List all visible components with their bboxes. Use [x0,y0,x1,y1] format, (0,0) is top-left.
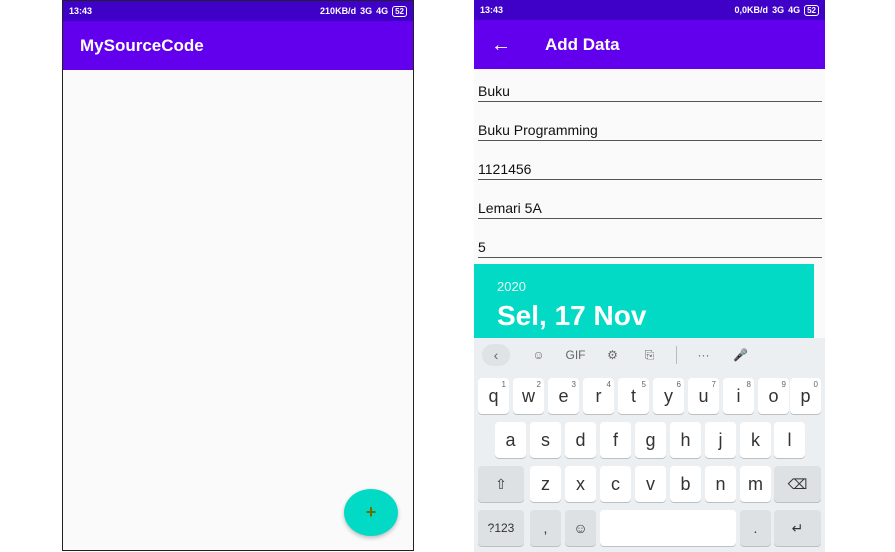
back-arrow-icon[interactable]: ← [491,35,515,55]
more-icon[interactable]: ··· [685,348,722,362]
key-n[interactable]: n [705,466,736,502]
key-v[interactable]: v [635,466,666,502]
key-number-hint: 9 [781,380,786,389]
key-b[interactable]: b [670,466,701,502]
key-o[interactable]: o9 [758,378,789,414]
key-y[interactable]: y6 [653,378,684,414]
space-key[interactable] [600,510,736,546]
page-title: MySourceCode [80,35,204,55]
status-bar: 13:43 0,0KB/d 3G 4G 52 [474,0,825,20]
key-label: p [800,385,811,406]
mic-icon[interactable]: 🎤 [722,348,759,362]
key-number-hint: 3 [571,380,576,389]
add-data-screen: 13:43 0,0KB/d 3G 4G 52 ← Add Data Buku B… [474,0,825,552]
comma-key[interactable]: , [530,510,561,546]
key-j[interactable]: j [705,422,736,458]
key-number-hint: 6 [676,380,681,389]
key-c[interactable]: c [600,466,631,502]
battery-icon: 52 [804,4,819,16]
key-s[interactable]: s [530,422,561,458]
key-d[interactable]: d [565,422,596,458]
shift-key[interactable]: ⇧ [478,466,524,502]
key-label: u [698,385,709,406]
key-m[interactable]: m [740,466,771,502]
settings-icon[interactable]: ⚙ [594,348,631,362]
status-speed: 0,0KB/d [734,5,769,15]
key-i[interactable]: i8 [723,378,754,414]
status-network-4g: 4G [376,6,389,16]
emoji-key[interactable]: ☺ [565,510,596,546]
key-number-hint: 7 [711,380,716,389]
key-label: o [768,385,779,406]
key-z[interactable]: z [530,466,561,502]
collapse-icon[interactable]: ‹ [482,344,510,366]
key-e[interactable]: e3 [548,378,579,414]
status-time: 13:43 [480,5,504,15]
date-picker-header: 2020 Sel, 17 Nov [474,264,814,338]
key-p[interactable]: p0 [790,378,821,414]
sticker-icon[interactable]: ☺ [520,348,557,362]
page-title: Add Data [545,34,620,54]
key-label: y [664,385,673,406]
key-h[interactable]: h [670,422,701,458]
plus-icon: + [365,502,377,522]
symbols-key[interactable]: ?123 [478,510,524,546]
key-a[interactable]: a [495,422,526,458]
app-bar: ← Add Data [474,20,825,69]
key-number-hint: 2 [536,380,541,389]
main-screen: 13:43 210KB/d 3G 4G 52 MySourceCode + [62,0,414,551]
key-u[interactable]: u7 [688,378,719,414]
key-label: r [595,385,602,406]
status-bar: 13:43 210KB/d 3G 4G 52 [63,1,413,21]
key-t[interactable]: t5 [618,378,649,414]
date-year[interactable]: 2020 [497,279,526,294]
name-field[interactable]: Buku [478,72,822,102]
keyboard-toolbar: ‹ ☺ GIF ⚙ ⎘ ··· 🎤 [474,338,825,372]
key-number-hint: 8 [746,380,751,389]
translate-icon[interactable]: ⎘ [631,348,668,363]
title-field[interactable]: Buku Programming [478,111,822,141]
status-network-3g: 3G [772,5,785,15]
period-key[interactable]: . [740,510,771,546]
backspace-key[interactable]: ⌫ [774,466,821,502]
key-r[interactable]: r4 [583,378,614,414]
quantity-field[interactable]: 5 [478,228,822,258]
key-q[interactable]: q1 [478,378,509,414]
key-k[interactable]: k [740,422,771,458]
key-x[interactable]: x [565,466,596,502]
code-field[interactable]: 1121456 [478,150,822,180]
status-network-4g: 4G [788,5,801,15]
status-network-3g: 3G [360,6,373,16]
on-screen-keyboard: ‹ ☺ GIF ⚙ ⎘ ··· 🎤 q1 w2 e3 r4 t5 y6 u7 i… [474,338,825,552]
key-f[interactable]: f [600,422,631,458]
key-label: t [630,385,636,406]
gif-button[interactable]: GIF [557,348,594,362]
key-label: e [558,385,569,406]
key-label: w [522,385,535,406]
status-speed: 210KB/d [320,6,357,16]
key-label: i [736,385,741,406]
status-time: 13:43 [69,6,93,16]
battery-icon: 52 [392,5,407,17]
key-label: q [488,385,499,406]
key-number-hint: 1 [501,380,506,389]
key-w[interactable]: w2 [513,378,544,414]
key-g[interactable]: g [635,422,666,458]
key-number-hint: 4 [606,380,611,389]
enter-key[interactable]: ↵ [774,510,821,546]
key-number-hint: 5 [641,380,646,389]
date-selected: Sel, 17 Nov [497,300,647,331]
key-l[interactable]: l [774,422,805,458]
app-bar: MySourceCode [63,21,413,70]
location-field[interactable]: Lemari 5A [478,189,822,219]
key-number-hint: 0 [813,380,818,389]
toolbar-divider [676,346,677,364]
add-button[interactable]: + [344,489,398,536]
